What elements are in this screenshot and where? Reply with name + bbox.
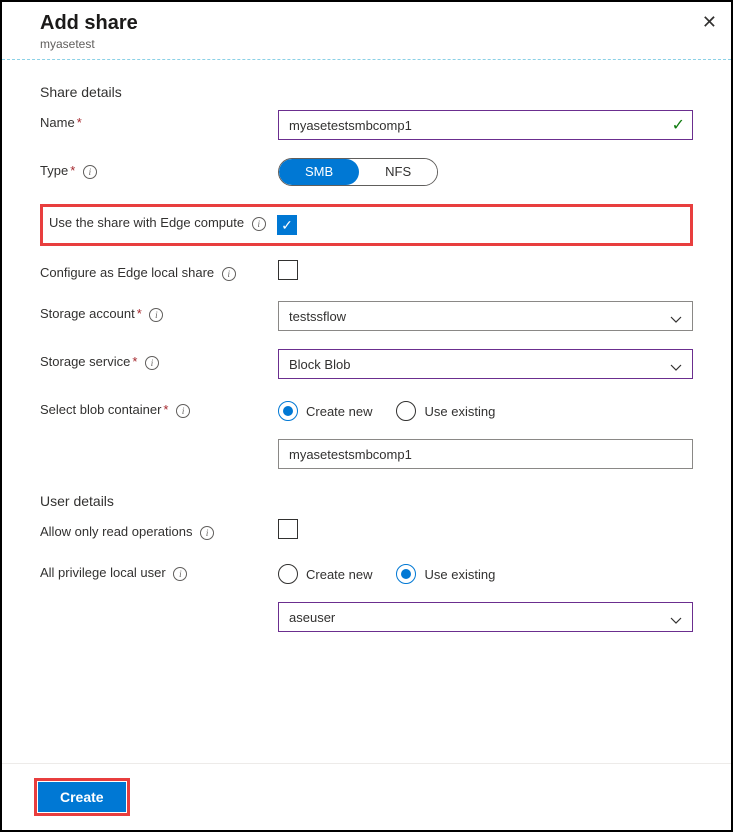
label-all-privilege-user: All privilege local user — [40, 565, 166, 580]
radio-icon — [396, 401, 416, 421]
highlight-create-button: Create — [34, 778, 130, 816]
label-select-blob-container: Select blob container — [40, 402, 161, 417]
close-button[interactable]: ✕ — [702, 12, 717, 33]
checkbox-allow-read-only[interactable] — [278, 519, 298, 539]
info-icon[interactable]: i — [200, 526, 214, 540]
required-mark: * — [70, 163, 75, 178]
required-mark: * — [77, 115, 82, 130]
checkmark-icon: ✓ — [672, 115, 685, 135]
chevron-down-icon — [670, 312, 682, 320]
radio-container-use-existing[interactable]: Use existing — [396, 401, 495, 421]
type-option-nfs[interactable]: NFS — [359, 159, 437, 185]
create-button[interactable]: Create — [38, 782, 126, 812]
info-icon[interactable]: i — [252, 217, 266, 231]
storage-account-value: testssflow — [289, 309, 346, 324]
label-allow-read-only: Allow only read operations — [40, 524, 192, 539]
highlight-edge-compute: Use the share with Edge compute i ✓ — [40, 204, 693, 246]
section-user-details: User details — [40, 493, 693, 509]
info-icon[interactable]: i — [173, 567, 187, 581]
storage-account-select[interactable]: testssflow — [278, 301, 693, 331]
info-icon[interactable]: i — [83, 165, 97, 179]
required-mark: * — [132, 354, 137, 369]
info-icon[interactable]: i — [222, 267, 236, 281]
radio-icon — [278, 564, 298, 584]
user-select[interactable]: aseuser — [278, 602, 693, 632]
close-icon: ✕ — [702, 12, 717, 32]
required-mark: * — [163, 402, 168, 417]
radio-icon — [396, 564, 416, 584]
radio-user-create-new[interactable]: Create new — [278, 564, 372, 584]
section-share-details: Share details — [40, 84, 693, 100]
label-type: Type — [40, 163, 68, 178]
required-mark: * — [137, 306, 142, 321]
label-name: Name — [40, 115, 75, 130]
panel-subtitle: myasetest — [40, 37, 713, 51]
radio-container-create-new[interactable]: Create new — [278, 401, 372, 421]
label-use-edge-compute: Use the share with Edge compute — [49, 215, 244, 230]
info-icon[interactable]: i — [149, 308, 163, 322]
name-input[interactable] — [278, 110, 693, 140]
chevron-down-icon — [670, 613, 682, 621]
label-storage-account: Storage account — [40, 306, 135, 321]
checkbox-edge-compute[interactable]: ✓ — [277, 215, 297, 235]
label-configure-local: Configure as Edge local share — [40, 265, 214, 280]
chevron-down-icon — [670, 360, 682, 368]
panel-title: Add share — [40, 12, 713, 35]
user-select-value: aseuser — [289, 610, 335, 625]
storage-service-select[interactable]: Block Blob — [278, 349, 693, 379]
radio-icon — [278, 401, 298, 421]
label-storage-service: Storage service — [40, 354, 130, 369]
type-option-smb[interactable]: SMB — [279, 159, 359, 185]
info-icon[interactable]: i — [145, 356, 159, 370]
type-toggle: SMB NFS — [278, 158, 438, 186]
storage-service-value: Block Blob — [289, 357, 350, 372]
blob-container-name-input[interactable] — [278, 439, 693, 469]
info-icon[interactable]: i — [176, 404, 190, 418]
checkbox-configure-local[interactable] — [278, 260, 298, 280]
radio-user-use-existing[interactable]: Use existing — [396, 564, 495, 584]
